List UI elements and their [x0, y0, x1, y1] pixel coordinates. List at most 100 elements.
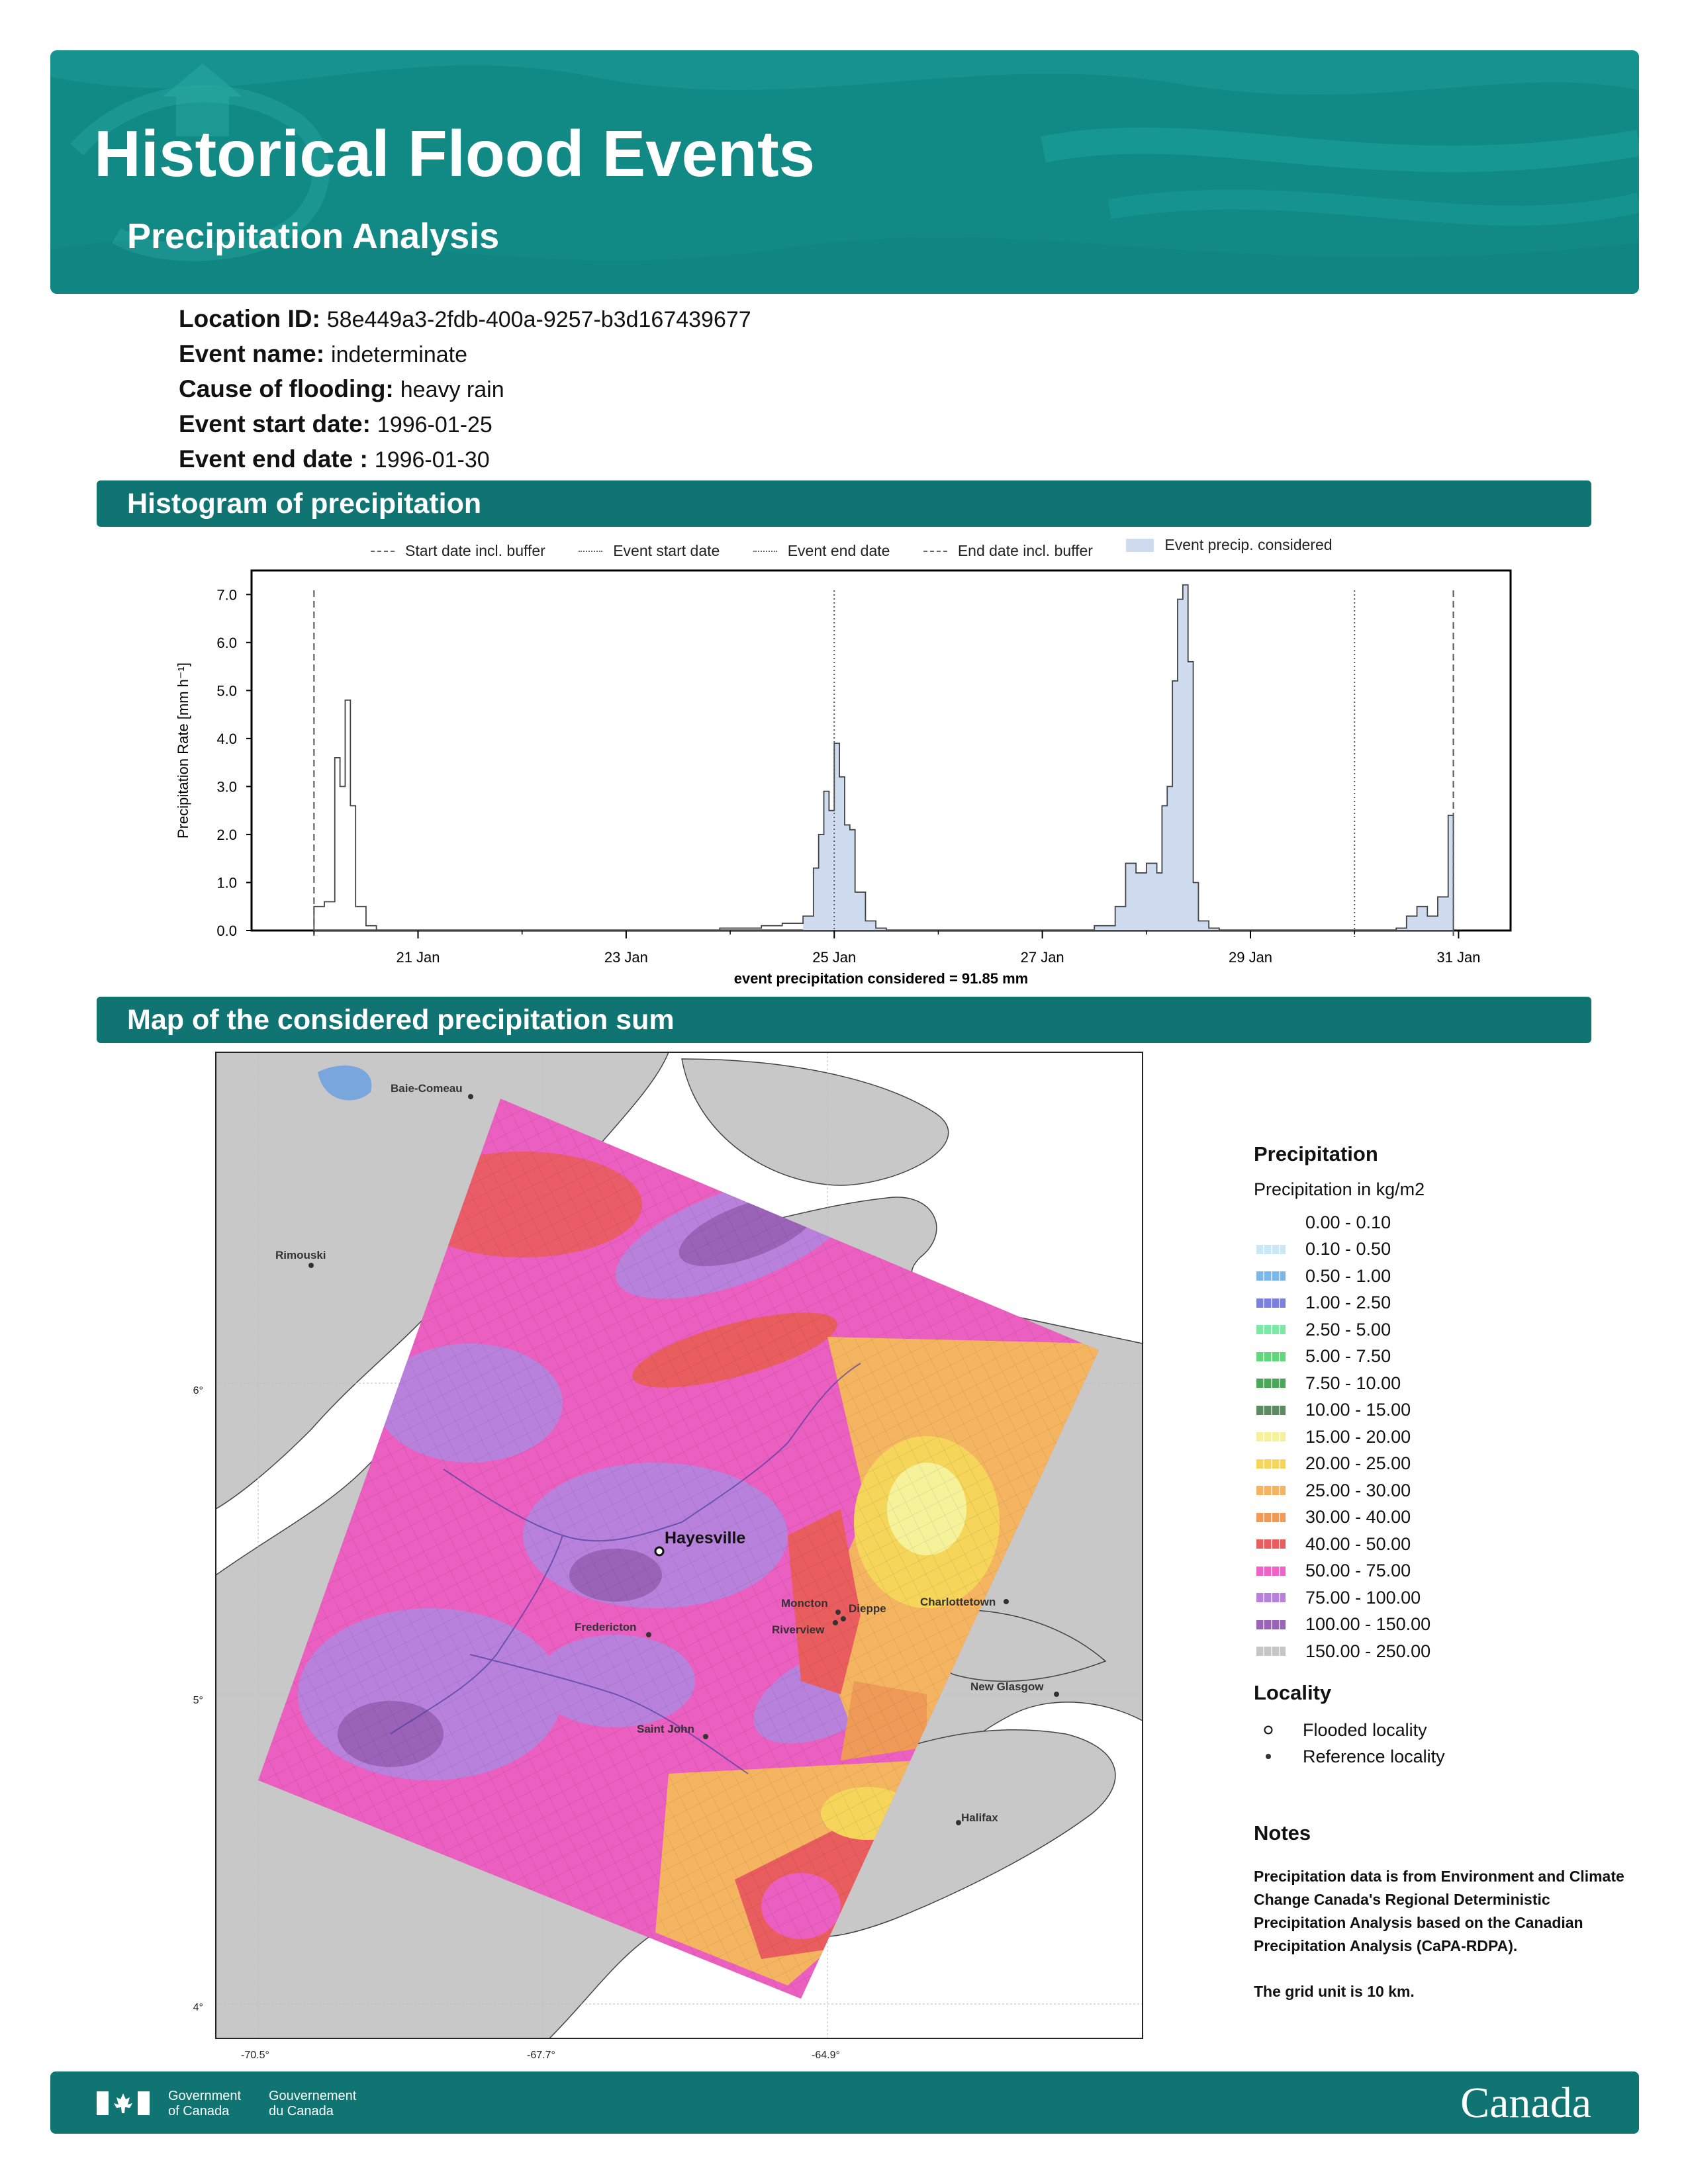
- lat-label: +47.6°: [192, 1385, 203, 1396]
- histogram-svg: 0.0 1.0 2.0 3.0 4.0 5.0 6.0 7.0 21 Jan 23 Jan 25 J…: [175, 569, 1512, 987]
- page-subtitle: Precipitation Analysis: [127, 216, 500, 256]
- place-label: Riverview: [772, 1623, 825, 1636]
- legend-swatch: [1256, 1271, 1286, 1281]
- place-label: Rimouski: [275, 1249, 326, 1261]
- event-name-row: Event name: indeterminate: [179, 337, 751, 372]
- legend-label: 0.00 - 0.10: [1305, 1212, 1391, 1232]
- place-label: Charlottetown: [920, 1596, 996, 1608]
- place-label: Baie-Comeau: [391, 1082, 463, 1095]
- x-tick-label: 23 Jan: [604, 949, 648, 966]
- legend-item: 40.00 - 50.00: [1254, 1531, 1430, 1558]
- legend-label: 75.00 - 100.00: [1305, 1587, 1421, 1608]
- legend-item: 25.00 - 30.00: [1254, 1477, 1430, 1504]
- y-tick-label: 5.0: [216, 682, 237, 699]
- y-tick-label: 0.0: [216, 923, 237, 939]
- place-label: Saint John: [637, 1723, 694, 1735]
- legend-swatch: [1256, 1379, 1286, 1388]
- legend-swatch: [1256, 1325, 1286, 1335]
- place-label: Moncton: [781, 1597, 828, 1610]
- legend-swatch: [1256, 1351, 1286, 1361]
- locality-legend: Locality Flooded locality Reference loca…: [1254, 1681, 1445, 1770]
- notes-paragraph: Precipitation data is from Environment a…: [1254, 1868, 1624, 1954]
- map-legend: Precipitation Precipitation in kg/m2 0.0…: [1254, 1142, 1430, 1665]
- gouvernement-du-canada-fr: Gouvernement du Canada: [269, 2089, 357, 2118]
- legend-label: 50.00 - 75.00: [1305, 1561, 1411, 1581]
- y-tick-label: 3.0: [216, 778, 237, 795]
- canada-wordmark: Canada: [1460, 2079, 1591, 2127]
- legend-item: 7.50 - 10.00: [1254, 1370, 1430, 1397]
- legend-end-buffer: End date incl. buffer: [923, 542, 1093, 560]
- cause-row: Cause of flooding: heavy rain: [179, 372, 751, 407]
- locality-title: Locality: [1254, 1681, 1332, 1704]
- end-date-label: Event end date :: [179, 445, 368, 473]
- legend-label: 5.00 - 7.50: [1305, 1346, 1391, 1367]
- y-axis-label: Precipitation Rate [mm h⁻¹]: [175, 662, 191, 839]
- event-name-value: indeterminate: [331, 342, 468, 367]
- map-legend-title: Precipitation: [1254, 1142, 1378, 1165]
- legend-item: 2.50 - 5.00: [1254, 1316, 1430, 1343]
- place-marker: [468, 1094, 473, 1099]
- precipitation-map: Baie-Comeau Rimouski Moncton Dieppe Rive…: [192, 1052, 1143, 2061]
- cause-label: Cause of flooding:: [179, 375, 394, 402]
- histogram-section-header: Histogram of precipitation: [97, 480, 1591, 527]
- y-tick-label: 7.0: [216, 586, 237, 603]
- y-tick-label: 2.0: [216, 827, 237, 843]
- x-tick-label: 25 Jan: [812, 949, 856, 966]
- legend-item: 20.00 - 25.00: [1254, 1451, 1430, 1478]
- canada-flag-icon: [97, 2091, 150, 2115]
- location-id-row: Location ID: 58e449a3-2fdb-400a-9257-b3d1…: [179, 302, 751, 337]
- flooded-locality-marker: [654, 1546, 665, 1557]
- legend-swatch: [1256, 1593, 1286, 1603]
- map-legend-items: 0.00 - 0.10 0.10 - 0.50 0.50 - 1.00 1.00 - …: [1254, 1209, 1430, 1665]
- legend-considered: Event precip. considered: [1126, 536, 1333, 554]
- legend-label: 25.00 - 30.00: [1305, 1480, 1411, 1500]
- place-marker: [833, 1620, 838, 1625]
- legend-label: 40.00 - 50.00: [1305, 1533, 1411, 1554]
- end-date-value: 1996-01-30: [374, 447, 490, 473]
- cause-value: heavy rain: [400, 377, 504, 402]
- place-marker: [956, 1820, 961, 1825]
- event-metadata: Location ID: 58e449a3-2fdb-400a-9257-b3d1…: [179, 302, 751, 477]
- start-date-label: Event start date:: [179, 410, 371, 437]
- x-tick-label: 31 Jan: [1436, 949, 1480, 966]
- page-title: Historical Flood Events: [94, 117, 816, 190]
- legend-item: 75.00 - 100.00: [1254, 1584, 1430, 1612]
- legend-item: 0.50 - 1.00: [1254, 1263, 1430, 1290]
- place-label: Halifax: [961, 1811, 998, 1824]
- legend-item: 0.00 - 0.10: [1254, 1209, 1430, 1236]
- x-axis-label: event precipitation considered = 91.85 m…: [734, 970, 1028, 987]
- legend-swatch: [1256, 1486, 1286, 1496]
- legend-item: 10.00 - 15.00: [1254, 1397, 1430, 1424]
- place-marker: [841, 1616, 846, 1621]
- place-marker: [703, 1734, 708, 1739]
- event-name-label: Event name:: [179, 340, 325, 367]
- x-tick-label: 29 Jan: [1229, 949, 1272, 966]
- location-id-value: 58e449a3-2fdb-400a-9257-b3d167439677: [326, 307, 751, 332]
- legend-label: 0.10 - 0.50: [1305, 1239, 1391, 1259]
- legend-event-start: Event start date: [579, 542, 720, 560]
- legend-swatch: [1256, 1566, 1286, 1576]
- legend-swatch: [1256, 1647, 1286, 1657]
- legend-swatch: [1256, 1459, 1286, 1469]
- legend-label: 20.00 - 25.00: [1305, 1453, 1411, 1474]
- plot-frame: [250, 569, 1512, 932]
- legend-swatch: [1256, 1619, 1286, 1629]
- notes-title: Notes: [1254, 1821, 1311, 1844]
- legend-item: 0.10 - 0.50: [1254, 1236, 1430, 1263]
- lon-label: -64.9°: [812, 2050, 840, 2061]
- legend-swatch: [1256, 1244, 1286, 1254]
- legend-item: 1.00 - 2.50: [1254, 1290, 1430, 1317]
- legend-label: 30.00 - 40.00: [1305, 1507, 1411, 1527]
- legend-label: 1.00 - 2.50: [1305, 1293, 1391, 1313]
- government-of-canada-en: Government of Canada: [168, 2089, 242, 2118]
- lat-label: +45.5°: [192, 1695, 203, 1706]
- legend-item: 30.00 - 40.00: [1254, 1504, 1430, 1531]
- legend-item: 150.00 - 250.00: [1254, 1638, 1430, 1665]
- legend-swatch: [1256, 1512, 1286, 1522]
- chart-legend: Start date incl. buffer Event start date…: [371, 536, 1362, 560]
- y-tick-label: 4.0: [216, 731, 237, 747]
- place-marker: [1004, 1599, 1009, 1604]
- legend-label: 150.00 - 250.00: [1305, 1641, 1431, 1661]
- place-marker: [835, 1610, 841, 1615]
- legend-swatch: [1256, 1298, 1286, 1308]
